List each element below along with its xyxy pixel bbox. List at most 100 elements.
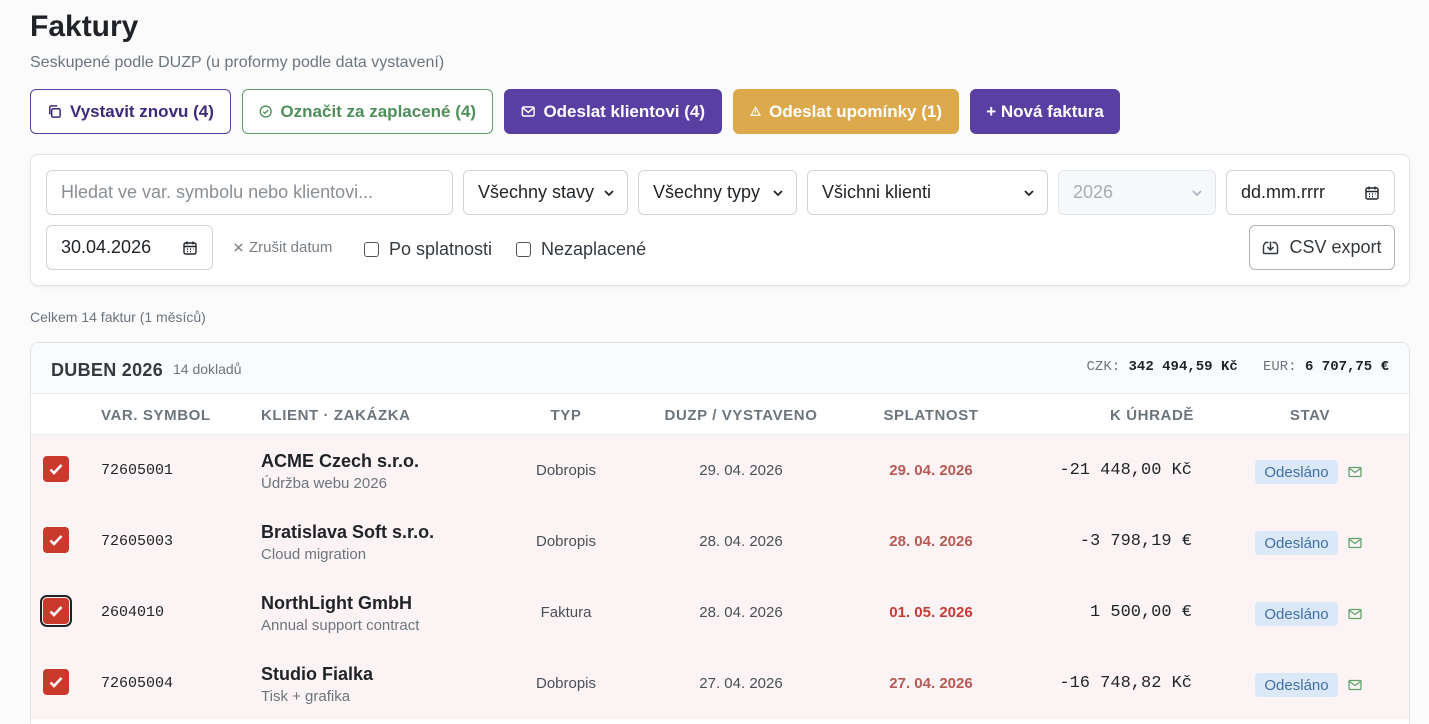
due-date: 01. 05. 2026 [889,604,973,621]
overdue-label: Po splatnosti [389,239,493,259]
group-header: DUBEN 2026 14 dokladů CZK: 342 494,59 Kč… [31,343,1409,394]
status-select-value: Všechny stavy [478,182,595,202]
chevron-down-icon [773,190,783,197]
send-client-button[interactable]: Odeslat klientovi (4) [504,89,722,134]
calendar-icon[interactable] [182,240,198,256]
checkbox-box[interactable] [516,242,531,257]
table-row[interactable]: 2604010 NorthLight GmbH Annual support con… [31,577,1409,648]
eur-total: 6 707,75 € [1304,359,1389,375]
row-checkbox[interactable] [40,595,72,627]
row-checkbox[interactable] [43,456,69,482]
clear-date-label: Zrušit datum [249,239,333,256]
document-type: Faktura [540,604,592,621]
page-subtitle: Seskupené podle DUZP (u proformy podle d… [30,54,445,71]
group-totals: CZK: 342 494,59 Kč EUR: 6 707,75 € [1087,359,1389,375]
page: Faktury Seskupené podle DUZP (u proformy… [0,0,1429,724]
send-client-label: Odeslat klientovi (4) [543,101,705,121]
table-row[interactable]: 72605003 Bratislava Soft s.r.o. Cloud migr… [31,506,1409,577]
column-header[interactable]: VAR. SYMBOL [101,407,211,424]
amount-due: 1 500,00 € [1089,603,1192,622]
envelope-icon[interactable] [1348,537,1362,549]
year-select[interactable]: 2026 [1058,170,1216,215]
clear-date-button[interactable]: Zrušit datum [233,239,332,256]
mark-paid-button[interactable]: Označit za zaplacené (4) [242,89,493,134]
document-type: Dobropis [535,675,597,692]
new-invoice-label: + Nová faktura [986,101,1104,121]
status-badge: Odesláno [1255,460,1338,484]
duzp-date: 29. 04. 2026 [699,462,783,479]
envelope-icon[interactable] [1348,608,1362,620]
new-invoice-button[interactable]: + Nová faktura [970,89,1120,134]
envelope-icon[interactable] [1348,679,1362,691]
var-symbol: 72605001 [101,462,174,479]
column-header[interactable]: SPLATNOST [851,407,1011,424]
unpaid-checkbox[interactable]: Nezaplacené [516,239,646,260]
chevron-down-icon [1192,190,1202,197]
group-count: 14 dokladů [173,361,242,377]
summary-text: Celkem 14 faktur (1 měsíců) [30,309,206,325]
page-title: Faktury [30,10,139,43]
overdue-checkbox[interactable]: Po splatnosti [364,239,492,260]
search-input[interactable]: Hledat ve var. symbolu nebo klientovi... [46,170,453,215]
status-select[interactable]: Všechny stavy [463,170,628,215]
reissue-button[interactable]: Vystavit znovu (4) [30,89,231,134]
envelope-icon[interactable] [1348,466,1362,478]
unpaid-label: Nezaplacené [541,239,647,259]
amount-due: -16 748,82 Kč [1059,674,1192,693]
amount-due: -3 798,19 € [1079,532,1192,551]
client-name[interactable]: ACME Czech s.r.o. [261,451,419,472]
project-name: Tisk + grafika [261,688,351,705]
column-header[interactable]: STAV [1255,407,1365,424]
checkbox-box[interactable] [364,242,379,257]
table-row[interactable]: 72605001 ACME Czech s.r.o. Údržba webu 202… [31,435,1409,506]
month-group: DUBEN 2026 14 dokladů CZK: 342 494,59 Kč… [30,342,1410,724]
csv-export-button[interactable]: CSV export [1249,225,1395,270]
czk-label: CZK: [1086,359,1121,375]
csv-export-label: CSV export [1289,237,1382,257]
czk-total: 342 494,59 Kč [1128,359,1238,375]
send-reminders-label: Odeslat upomínky (1) [769,101,942,121]
client-name[interactable]: Bratislava Soft s.r.o. [261,522,434,543]
column-header[interactable]: KLIENT · ZAKÁZKA [261,407,411,424]
row-checkbox[interactable] [43,527,69,553]
send-reminders-button[interactable]: Odeslat upomínky (1) [733,89,959,134]
date-from-value: dd.mm.rrrr [1241,182,1325,202]
date-to-input[interactable]: 30.04.2026 [46,225,213,270]
filter-panel: Hledat ve var. symbolu nebo klientovi...… [30,154,1410,286]
table-row[interactable]: 72605004 Studio Fialka Tisk + grafika Dobro… [31,648,1409,719]
duzp-date: 28. 04. 2026 [699,604,783,621]
type-select-value: Všechny typy [653,182,761,202]
document-type: Dobropis [535,462,597,479]
group-title: DUBEN 2026 [51,360,164,380]
project-name: Annual support contract [261,617,420,634]
reissue-label: Vystavit znovu (4) [70,101,214,121]
year-select-value: 2026 [1073,182,1114,202]
calendar-icon[interactable] [1364,185,1380,201]
copy-icon [49,105,61,118]
column-header[interactable]: DUZP / VYSTAVENO [641,407,841,424]
eur-label: EUR: [1262,359,1297,375]
duzp-date: 28. 04. 2026 [699,533,783,550]
envelope-icon [521,106,535,117]
due-date: 28. 04. 2026 [889,533,973,550]
project-name: Údržba webu 2026 [261,475,387,492]
column-header[interactable]: TYP [505,407,627,424]
chevron-down-icon [604,190,614,197]
date-to-value: 30.04.2026 [61,237,152,257]
client-name[interactable]: NorthLight GmbH [261,593,412,614]
client-select[interactable]: Všichni klienti [807,170,1048,215]
type-select[interactable]: Všechny typy [638,170,797,215]
var-symbol: 2604010 [101,604,165,621]
mark-paid-label: Označit za zaplacené (4) [280,101,476,121]
column-header[interactable]: K ÚHRADĚ [1081,407,1194,424]
row-checkbox[interactable] [43,669,69,695]
close-icon [234,243,243,252]
date-from-input[interactable]: dd.mm.rrrr [1226,170,1395,215]
warning-icon [750,106,762,116]
table-header: VAR. SYMBOL KLIENT · ZAKÁZKA TYP DUZP / … [31,394,1409,435]
table-body: 72605001 ACME Czech s.r.o. Údržba webu 202… [31,435,1409,719]
status-badge: Odesláno [1255,673,1338,697]
status-badge: Odesláno [1255,602,1338,626]
client-name[interactable]: Studio Fialka [261,664,373,685]
action-bar: Vystavit znovu (4) Označit za zaplacené … [30,89,1120,134]
